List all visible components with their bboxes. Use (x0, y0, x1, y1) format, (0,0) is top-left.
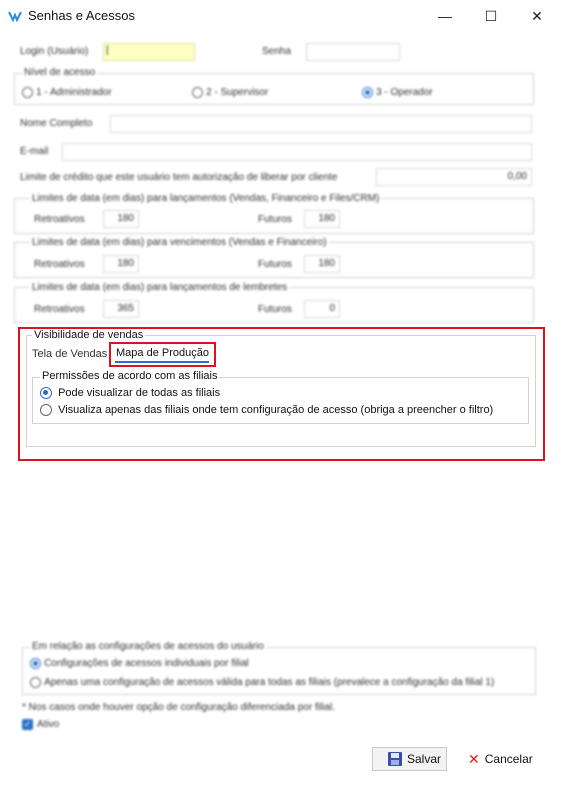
login-label: Login (Usuário) (20, 46, 89, 57)
close-icon: ✕ (531, 7, 543, 24)
futuros-input[interactable]: 180 (304, 210, 340, 228)
retroativos-input[interactable]: 180 (103, 210, 139, 228)
nivel-option-label: 3 - Operador (376, 87, 433, 98)
config-option-individual[interactable]: Configurações de acessos individuais por… (30, 657, 249, 669)
minimize-button[interactable]: — (422, 0, 468, 32)
senha-input[interactable] (306, 43, 400, 61)
futuros-input[interactable]: 0 (304, 300, 340, 318)
config-option-unica[interactable]: Apenas uma configuração de acessos válid… (30, 676, 494, 688)
retroativos-label: Retroativos (34, 214, 85, 225)
futuros-input[interactable]: 180 (304, 255, 340, 273)
app-logo-icon (8, 11, 22, 23)
futuros-label: Futuros (258, 304, 292, 315)
highlight-box-mapa-producao (109, 342, 216, 367)
futuros-label: Futuros (258, 214, 292, 225)
email-label: E-mail (20, 146, 49, 157)
credito-input[interactable]: 0,00 (376, 168, 532, 186)
retroativos-input[interactable]: 180 (103, 255, 139, 273)
limites-lembretes-title: Limites de data (em dias) para lançament… (30, 282, 290, 293)
config-note: * Nos casos onde houver opção de configu… (22, 702, 335, 713)
email-input[interactable] (62, 143, 532, 161)
title-bar: Senhas e Acessos — ☐ ✕ (0, 0, 562, 32)
login-input[interactable]: | (103, 43, 195, 61)
cancel-x-icon: ✕ (468, 750, 480, 767)
config-acessos-title: Em relação as configurações de acessos d… (30, 641, 266, 652)
nivel-option-3[interactable]: 3 - Operador (362, 86, 433, 98)
minimize-icon: — (438, 8, 452, 24)
ativo-label: Ativo (37, 719, 60, 730)
nivel-option-label: 1 - Administrador (36, 87, 112, 98)
nome-label: Nome Completo (20, 118, 93, 129)
close-button[interactable]: ✕ (514, 0, 560, 32)
limites-vencimentos-title: Limites de data (em dias) para venciment… (30, 237, 329, 248)
senha-label: Senha (262, 46, 291, 57)
config-option-label: Configurações de acessos individuais por… (44, 658, 249, 669)
radio-selected-icon (30, 657, 41, 669)
highlight-box-visibilidade (18, 327, 545, 461)
login-value: | (106, 45, 109, 56)
salvar-label: Salvar (407, 752, 442, 766)
maximize-icon: ☐ (484, 7, 498, 24)
futuros-label: Futuros (258, 259, 292, 270)
floppy-disk-icon (388, 752, 402, 766)
radio-icon (22, 86, 33, 98)
radio-selected-icon (362, 86, 373, 98)
retroativos-label: Retroativos (34, 304, 85, 315)
checkmark-icon: ✓ (22, 719, 33, 730)
cancelar-button[interactable]: ✕ Cancelar (468, 747, 548, 771)
credito-label: Limite de crédito que este usuário tem a… (20, 172, 338, 183)
ativo-checkbox[interactable]: ✓ Ativo (22, 719, 59, 730)
salvar-button[interactable]: Salvar (372, 747, 447, 771)
radio-icon (192, 86, 203, 98)
maximize-button[interactable]: ☐ (468, 0, 514, 32)
nivel-option-label: 2 - Supervisor (206, 87, 269, 98)
limites-lancamentos-title: Limites de data (em dias) para lançament… (30, 193, 382, 204)
nivel-option-2[interactable]: 2 - Supervisor (192, 86, 268, 98)
radio-icon (30, 676, 41, 688)
nivel-option-1[interactable]: 1 - Administrador (22, 86, 112, 98)
window-title: Senhas e Acessos (28, 8, 135, 23)
nome-input[interactable] (110, 115, 532, 133)
nivel-acesso-title: Nível de acesso (22, 67, 98, 78)
cancelar-label: Cancelar (484, 752, 533, 766)
retroativos-label: Retroativos (34, 259, 85, 270)
config-option-label: Apenas uma configuração de acessos válid… (44, 677, 495, 688)
retroativos-input[interactable]: 365 (103, 300, 139, 318)
